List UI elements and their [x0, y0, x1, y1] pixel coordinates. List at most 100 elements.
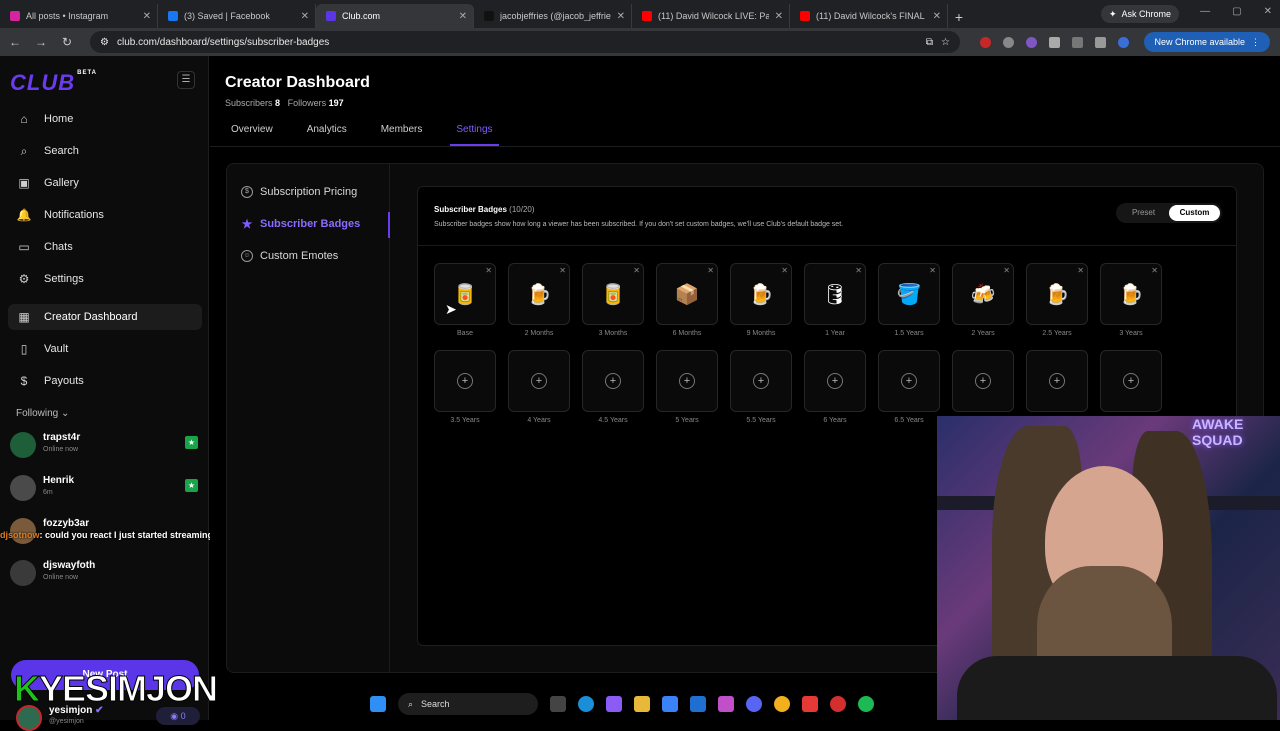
ask-chrome-button[interactable]: ✦ Ask Chrome [1101, 5, 1180, 23]
taskview-icon[interactable] [550, 696, 566, 712]
sidebar-item-payouts[interactable]: $ Payouts [8, 368, 202, 394]
sidebar-item-home[interactable]: ⌂ Home [8, 106, 202, 132]
maximize-icon[interactable]: ▢ [1232, 6, 1241, 17]
add-badge-slot[interactable]: + [582, 350, 644, 412]
edge-icon[interactable] [578, 696, 594, 712]
store-icon[interactable] [662, 696, 678, 712]
close-tab-icon[interactable]: ✕ [459, 11, 467, 22]
install-icon[interactable]: ⧉ [926, 37, 933, 48]
bookmark-star-icon[interactable]: ☆ [941, 37, 950, 48]
back-icon[interactable]: ← [8, 35, 22, 49]
browser-tab[interactable]: (11) David Wilcock's FINAL 72 I ✕ [790, 4, 948, 28]
puzzle-icon[interactable] [1049, 36, 1060, 48]
new-tab-button[interactable]: + [948, 6, 970, 28]
close-tab-icon[interactable]: ✕ [775, 11, 783, 22]
badge-slot[interactable]: 🍺 ✕ [508, 263, 570, 325]
remove-badge-icon[interactable]: ✕ [633, 266, 640, 275]
file-explorer-icon[interactable] [634, 696, 650, 712]
club-logo[interactable]: CLUB BETA [10, 70, 97, 96]
obs-icon[interactable] [830, 696, 846, 712]
remove-badge-icon[interactable]: ✕ [855, 266, 862, 275]
forward-icon[interactable]: → [34, 35, 48, 49]
badge-slot[interactable]: 🥫 ✕ [582, 263, 644, 325]
taskbar-search[interactable]: ⌕ Search [398, 693, 538, 715]
badge-slot[interactable]: 📦 ✕ [656, 263, 718, 325]
sidebar-item-settings[interactable]: ⚙ Settings [8, 266, 202, 292]
preset-option[interactable]: Preset [1118, 205, 1169, 221]
remove-badge-icon[interactable]: ✕ [559, 266, 566, 275]
following-item[interactable]: djswayfoth Online now [10, 558, 200, 592]
close-tab-icon[interactable]: ✕ [933, 11, 941, 22]
badge-slot[interactable]: 🍺 ✕ [730, 263, 792, 325]
browser-tab[interactable]: jacobjeffries (@jacob_jeffries) | ✕ [474, 4, 632, 28]
sidebar-item-search[interactable]: ⌕ Search [8, 138, 202, 164]
sidebar-item-chats[interactable]: ▭ Chats [8, 234, 202, 260]
remove-badge-icon[interactable]: ✕ [929, 266, 936, 275]
extension-icon[interactable] [1026, 36, 1037, 48]
close-window-icon[interactable]: ✕ [1264, 6, 1272, 17]
add-badge-slot[interactable]: + [434, 350, 496, 412]
add-badge-slot[interactable]: + [656, 350, 718, 412]
profile-avatar-icon[interactable] [1118, 36, 1129, 48]
remove-badge-icon[interactable]: ✕ [1003, 266, 1010, 275]
browser-tab[interactable]: Club.com ✕ [316, 4, 474, 28]
close-tab-icon[interactable]: ✕ [143, 11, 151, 22]
close-tab-icon[interactable]: ✕ [617, 11, 625, 22]
badge-slot[interactable]: 🍻 ✕ [952, 263, 1014, 325]
sidebar-item-vault[interactable]: ▯ Vault [8, 336, 202, 362]
new-chrome-available-button[interactable]: New Chrome available ⋮ [1144, 32, 1270, 52]
browser-tab[interactable]: (3) Saved | Facebook ✕ [158, 4, 316, 28]
chrome-icon[interactable] [774, 696, 790, 712]
tab-members[interactable]: Members [375, 116, 429, 146]
reload-icon[interactable]: ↻ [60, 35, 74, 49]
add-badge-slot[interactable]: + [1100, 350, 1162, 412]
remove-badge-icon[interactable]: ✕ [1077, 266, 1084, 275]
add-badge-slot[interactable]: + [730, 350, 792, 412]
badge-slot[interactable]: 🍺 ✕ [1026, 263, 1088, 325]
extension-icon[interactable] [980, 36, 991, 48]
badge-slot[interactable]: 🍺 ✕ [1100, 263, 1162, 325]
app-icon[interactable] [718, 696, 734, 712]
address-bar[interactable]: ⚙ club.com/dashboard/settings/subscriber… [90, 31, 960, 53]
windows-start-icon[interactable] [370, 696, 386, 712]
browser-tab[interactable]: All posts • Instagram ✕ [0, 4, 158, 28]
add-badge-slot[interactable]: + [878, 350, 940, 412]
maps-icon[interactable] [802, 696, 818, 712]
remove-badge-icon[interactable]: ✕ [707, 266, 714, 275]
remove-badge-icon[interactable]: ✕ [1151, 266, 1158, 275]
extension-icon[interactable] [1003, 36, 1014, 48]
tab-analytics[interactable]: Analytics [301, 116, 353, 146]
sidebar-item-creator-dashboard[interactable]: ▦ Creator Dashboard [8, 304, 202, 330]
spotify-icon[interactable] [858, 696, 874, 712]
remove-badge-icon[interactable]: ✕ [485, 266, 492, 275]
settings-item-custom-emotes[interactable]: ☺ Custom Emotes [241, 246, 338, 266]
collapse-sidebar-icon[interactable]: ☰ [177, 71, 195, 89]
settings-item-subscription-pricing[interactable]: $ Subscription Pricing [241, 182, 357, 202]
site-info-icon[interactable]: ⚙ [100, 37, 109, 48]
mail-icon[interactable] [690, 696, 706, 712]
add-badge-slot[interactable]: + [1026, 350, 1088, 412]
badge-slot[interactable]: 🪣 ✕ [878, 263, 940, 325]
tab-overview[interactable]: Overview [225, 116, 279, 146]
add-badge-slot[interactable]: + [508, 350, 570, 412]
copilot-icon[interactable] [606, 696, 622, 712]
browser-tab[interactable]: (11) David Wilcock LIVE: Pathw ✕ [632, 4, 790, 28]
add-badge-slot[interactable]: + [952, 350, 1014, 412]
settings-item-subscriber-badges[interactable]: ★ Subscriber Badges [241, 214, 361, 234]
media-icon[interactable] [1095, 36, 1106, 48]
custom-option[interactable]: Custom [1169, 205, 1220, 221]
following-item[interactable]: Henrik 6m ★ [10, 473, 200, 507]
following-item[interactable]: trapst4r Online now ★ [10, 430, 200, 464]
badge-slot[interactable]: 🛢 ✕ [804, 263, 866, 325]
badge-slot[interactable]: 🥫 ✕ [434, 263, 496, 325]
sidepanel-icon[interactable] [1072, 36, 1083, 48]
minimize-icon[interactable]: — [1200, 6, 1210, 17]
sidebar-item-notifications[interactable]: 🔔 Notifications [8, 202, 202, 228]
add-badge-slot[interactable]: + [804, 350, 866, 412]
discord-icon[interactable] [746, 696, 762, 712]
close-tab-icon[interactable]: ✕ [301, 11, 309, 22]
following-header[interactable]: Following ⌄ [16, 408, 69, 419]
sidebar-item-gallery[interactable]: ▣ Gallery [8, 170, 202, 196]
remove-badge-icon[interactable]: ✕ [781, 266, 788, 275]
tab-settings[interactable]: Settings [450, 116, 499, 146]
